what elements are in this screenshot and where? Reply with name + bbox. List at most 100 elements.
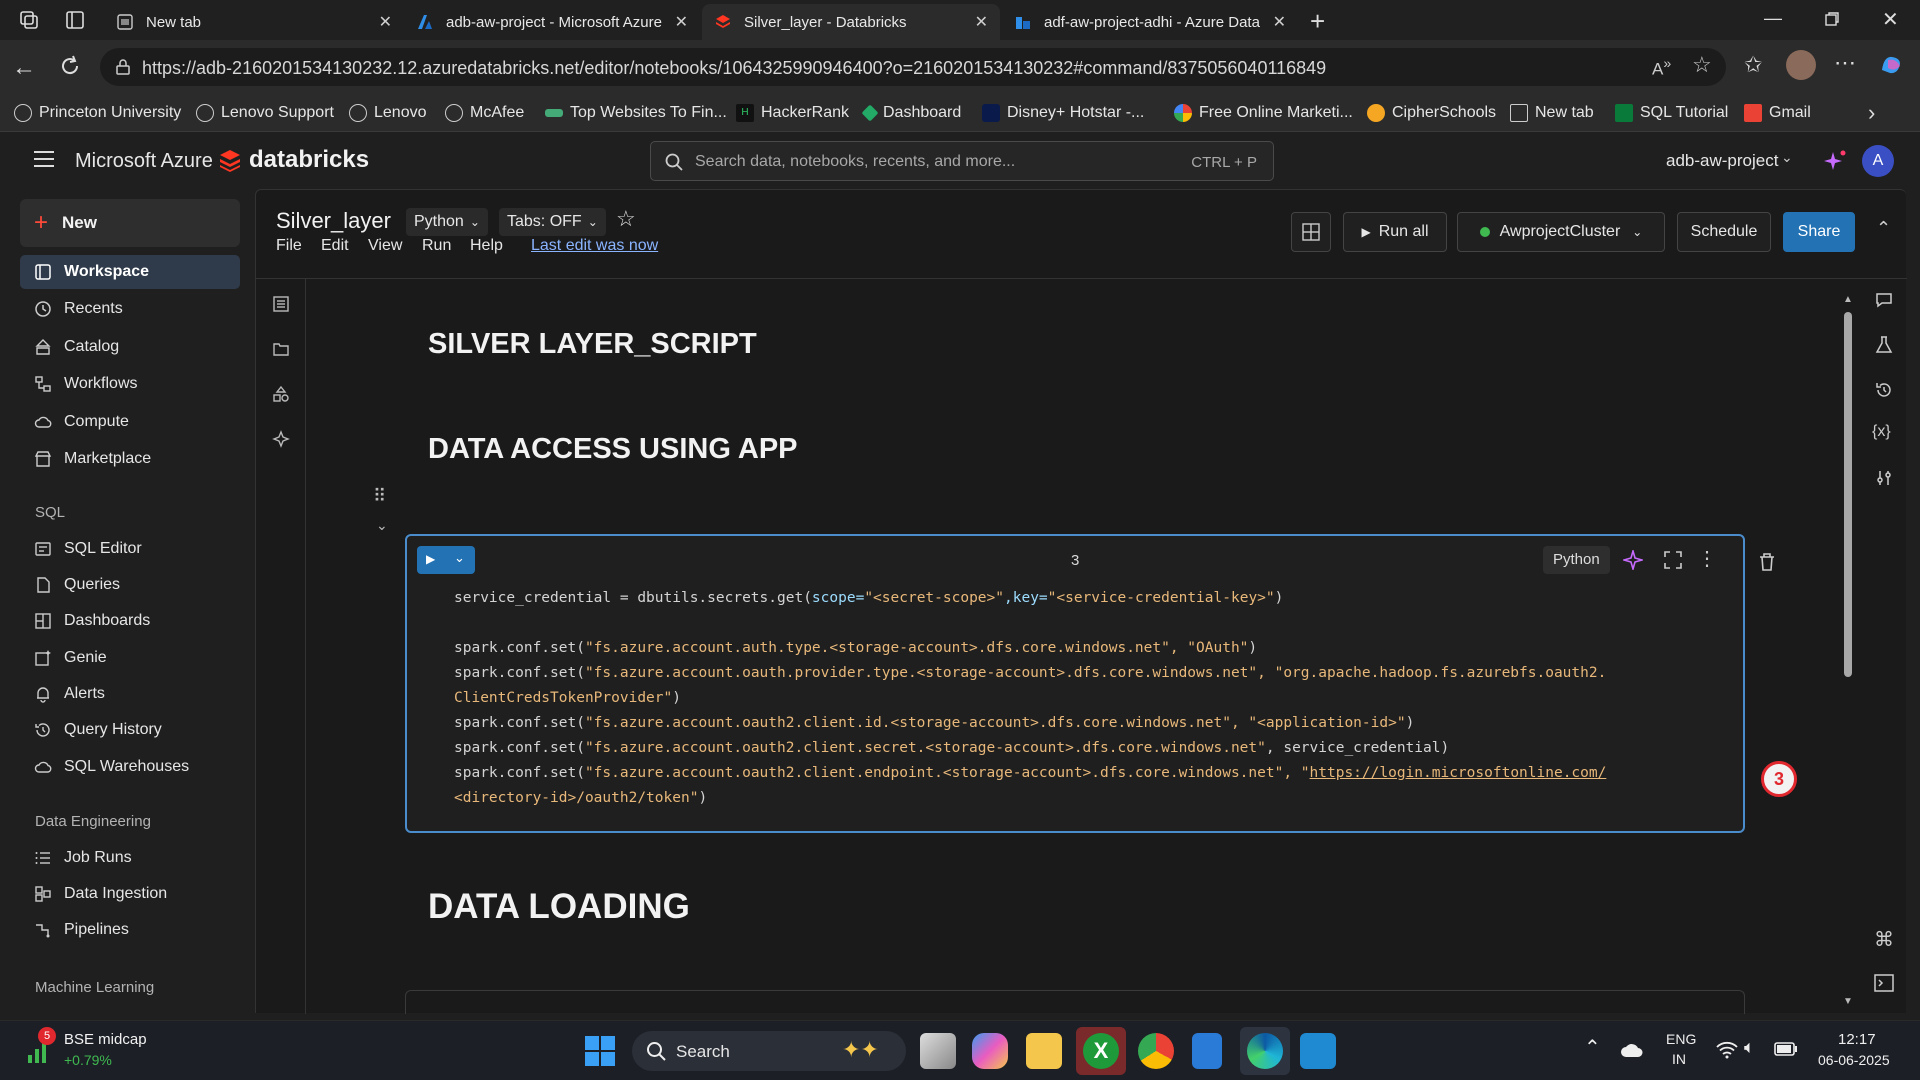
bookmark-item[interactable]: Lenovo [349, 103, 427, 123]
language-indicator-line2[interactable]: IN [1672, 1051, 1686, 1067]
fullscreen-icon[interactable] [1664, 551, 1682, 569]
cluster-selector[interactable]: AwprojectCluster ⌄ [1457, 212, 1665, 252]
sidebar-item-recents[interactable]: Recents [20, 292, 240, 326]
file-explorer-folder-icon[interactable] [1026, 1033, 1062, 1069]
collapse-cell-chevron-icon[interactable]: ⌄ [376, 517, 388, 534]
bookmark-item[interactable]: Lenovo Support [196, 103, 334, 123]
stock-widget[interactable]: 5 [24, 1027, 56, 1067]
favorite-star-icon[interactable]: ☆ [1692, 52, 1712, 78]
workspace-switcher[interactable]: adb-aw-project [1666, 151, 1778, 171]
last-edit-link[interactable]: Last edit was now [531, 237, 658, 255]
tab-databricks-active[interactable]: Silver_layer - Databricks ✕ [702, 4, 1000, 40]
sidebar-item-genie[interactable]: Genie [20, 641, 240, 675]
sidebar-item-data-ingestion[interactable]: Data Ingestion [20, 877, 240, 911]
experiments-flask-icon[interactable] [1874, 335, 1894, 355]
keyboard-shortcuts-command-icon[interactable]: ⌘ [1874, 927, 1894, 952]
close-window-icon[interactable]: ✕ [1882, 7, 1899, 32]
workspaces-icon[interactable] [18, 9, 40, 31]
bookmark-item[interactable]: New tab [1510, 103, 1594, 123]
new-button[interactable]: + New [20, 199, 240, 247]
battery-icon[interactable] [1774, 1042, 1798, 1056]
volume-speaker-icon[interactable]: 🔈︎ [1744, 1037, 1755, 1058]
sidebar-item-workspace[interactable]: Workspace [20, 255, 240, 289]
terminal-icon[interactable] [1874, 974, 1894, 992]
run-all-button[interactable]: ▶ Run all [1343, 212, 1447, 252]
comments-icon[interactable] [1874, 290, 1894, 310]
language-selector[interactable]: Python ⌄ [406, 208, 488, 236]
run-cell-button[interactable]: ▶ ⌄ [417, 546, 475, 574]
restore-icon[interactable] [1824, 11, 1840, 27]
bookmark-item[interactable]: CipherSchools [1367, 103, 1496, 123]
sidebar-item-dashboards[interactable]: Dashboards [20, 604, 240, 638]
next-cell-partial[interactable] [405, 990, 1745, 1014]
sidebar-item-workflows[interactable]: Workflows [20, 367, 240, 401]
edge-app-highlight[interactable] [1240, 1027, 1290, 1075]
sidebar-item-queries[interactable]: Queries [20, 568, 240, 602]
share-button[interactable]: Share [1783, 212, 1855, 252]
xbox-app-highlight[interactable]: X [1076, 1027, 1126, 1075]
sidebar-item-sql-editor[interactable]: SQL Editor [20, 532, 240, 566]
menu-view[interactable]: View [368, 237, 402, 255]
global-search-input[interactable]: Search data, notebooks, recents, and mor… [650, 141, 1274, 181]
scroll-up-arrow-icon[interactable]: ▲ [1843, 294, 1853, 305]
assistant-sparkle-icon[interactable] [1824, 150, 1846, 172]
copilot-icon[interactable] [1878, 52, 1904, 78]
catalog-shapes-icon[interactable] [272, 385, 290, 403]
close-tab-icon[interactable]: ✕ [675, 12, 688, 32]
menu-file[interactable]: File [276, 237, 302, 255]
language-indicator-line1[interactable]: ENG [1666, 1031, 1696, 1047]
show-hidden-icons-chevron-icon[interactable]: ⌃ [1584, 1035, 1601, 1060]
assistant-sparkle-icon[interactable] [1623, 550, 1643, 570]
tab-azure[interactable]: adb-aw-project - Microsoft Azure ✕ [404, 4, 700, 40]
copilot-app-icon[interactable] [972, 1033, 1008, 1069]
tabs-toggle[interactable]: Tabs: OFF ⌄ [499, 208, 606, 236]
close-tab-icon[interactable]: ✕ [975, 12, 988, 32]
refresh-icon[interactable] [58, 54, 82, 78]
hamburger-menu-icon[interactable] [34, 150, 54, 168]
task-view-icon[interactable] [920, 1033, 956, 1069]
vscode-icon[interactable] [1300, 1033, 1336, 1069]
bookmark-item[interactable]: Princeton University [14, 103, 181, 123]
close-tab-icon[interactable]: ✕ [379, 12, 392, 32]
sidebar-item-alerts[interactable]: Alerts [20, 677, 240, 711]
cell-more-options-icon[interactable]: ⋮ [1697, 546, 1717, 571]
notepad-icon[interactable] [1192, 1033, 1222, 1069]
taskbar-search-box[interactable]: Search ✦✦ [632, 1031, 906, 1071]
favorites-icon[interactable]: ✩ [1744, 52, 1762, 78]
environment-sliders-icon[interactable] [1874, 468, 1894, 488]
collapse-header-chevron-icon[interactable]: ⌃ [1876, 218, 1891, 239]
notification-count-badge[interactable]: 3 [1761, 761, 1797, 797]
variables-icon[interactable]: {x} [1872, 423, 1891, 441]
sidebar-item-marketplace[interactable]: Marketplace [20, 442, 240, 476]
back-arrow-icon[interactable]: ← [12, 54, 36, 82]
bookmark-item[interactable]: Disney+ Hotstar -... [982, 103, 1144, 123]
notebook-title[interactable]: Silver_layer [276, 208, 391, 234]
bookmark-item[interactable]: H HackerRank [736, 103, 849, 123]
new-tab-plus-icon[interactable]: + [1310, 6, 1325, 37]
tab-new-tab[interactable]: New tab ✕ [104, 4, 404, 40]
bookmark-item[interactable]: Gmail [1744, 103, 1811, 123]
more-bookmarks-chevron-icon[interactable]: › [1868, 100, 1875, 126]
menu-run[interactable]: Run [422, 237, 451, 255]
bookmark-item[interactable]: Free Online Marketi... [1174, 103, 1353, 123]
table-of-contents-icon[interactable] [272, 295, 290, 313]
bookmark-item[interactable]: SQL Tutorial [1615, 103, 1728, 123]
chevron-down-icon[interactable]: ⌄ [1781, 149, 1793, 166]
clock-time[interactable]: 12:17 [1838, 1031, 1876, 1048]
assistant-icon[interactable] [272, 430, 290, 448]
close-tab-icon[interactable]: ✕ [1273, 12, 1286, 32]
sidebar-item-sql-warehouses[interactable]: SQL Warehouses [20, 750, 240, 784]
favorite-star-icon[interactable]: ☆ [616, 206, 636, 232]
code-cell[interactable]: ▶ ⌄ 3 Python ⋮ service_credential = dbut… [405, 534, 1745, 833]
sidebar-item-query-history[interactable]: Query History [20, 713, 240, 747]
site-info-icon[interactable] [114, 58, 132, 76]
drag-handle-icon[interactable]: ⠿ [373, 486, 386, 507]
menu-help[interactable]: Help [470, 237, 503, 255]
onedrive-cloud-icon[interactable] [1620, 1041, 1644, 1059]
sidebar-item-compute[interactable]: Compute [20, 405, 240, 439]
clock-date[interactable]: 06-06-2025 [1818, 1052, 1890, 1068]
bookmark-item[interactable]: Dashboard [861, 103, 961, 123]
code-link[interactable]: https://login.microsoftonline.com/ [1310, 765, 1607, 781]
folder-icon[interactable] [272, 340, 290, 358]
cell-language-badge[interactable]: Python [1543, 546, 1610, 574]
